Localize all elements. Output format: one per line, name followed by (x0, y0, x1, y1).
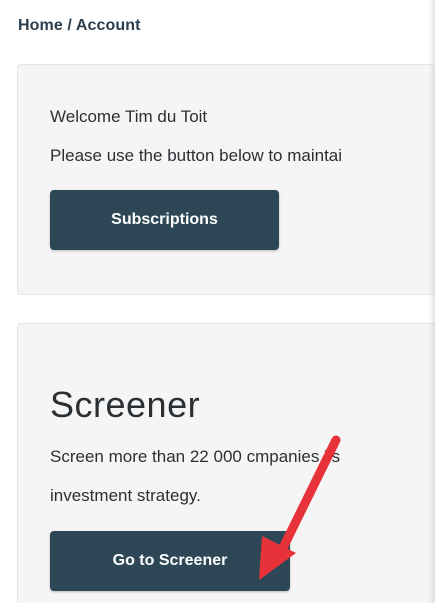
welcome-message: Welcome Tim du Toit (50, 107, 208, 126)
screener-description-line2: investment strategy. (50, 486, 201, 505)
account-page: Home / Account Welcome Tim du Toit Pleas… (0, 0, 435, 603)
screener-card: Screener Screen more than 22 000 cmpanie… (17, 323, 435, 603)
screener-description-part1: Screen more than 22 000 c (50, 447, 256, 466)
breadcrumb[interactable]: Home / Account (18, 17, 141, 35)
go-to-screener-button[interactable]: Go to Screener (50, 531, 290, 591)
subscriptions-button[interactable]: Subscriptions (50, 190, 279, 250)
screener-description-part2: mpanies lis (255, 447, 341, 466)
welcome-card: Welcome Tim du Toit Please use the butto… (17, 64, 435, 295)
screener-description-line1: Screen more than 22 000 cmpanies lis (50, 447, 340, 467)
screener-title: Screener (50, 384, 201, 425)
welcome-instructions: Please use the button below to maintai (50, 146, 343, 165)
